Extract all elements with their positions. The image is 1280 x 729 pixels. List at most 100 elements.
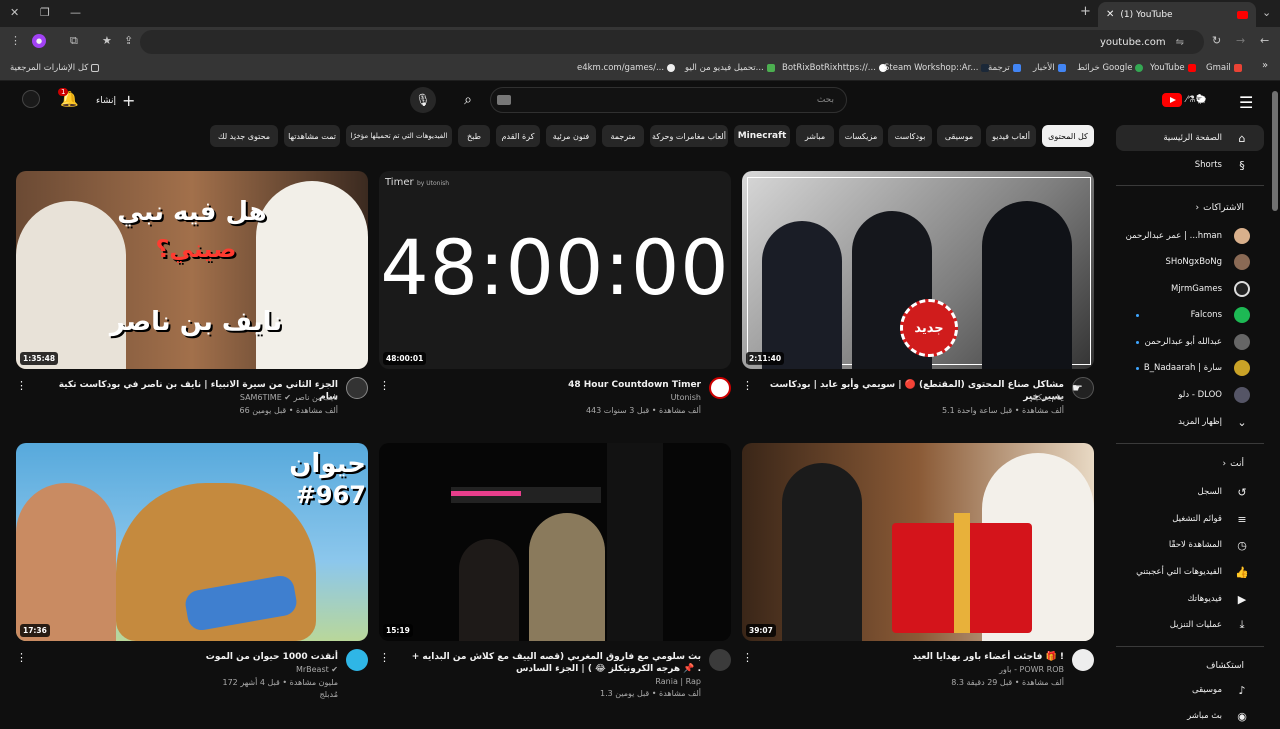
- chip[interactable]: الفيديوهات التي تم تحميلها مؤخرًا: [346, 125, 452, 147]
- reload-icon[interactable]: ↻: [1212, 34, 1221, 47]
- channel-name[interactable]: Utonish: [401, 393, 701, 402]
- sidebar-item-liked[interactable]: الفيديوهات التي أعجبتني 👍: [1116, 559, 1264, 585]
- channel-avatar[interactable]: [709, 377, 731, 399]
- bookmark-item[interactable]: e4km.com/games/...: [577, 63, 676, 73]
- browser-menu-icon[interactable]: ⋮: [10, 34, 21, 47]
- sidebar-item-home[interactable]: الصفحة الرئيسية ⌂: [1116, 125, 1264, 151]
- chip[interactable]: موسيقى: [937, 125, 981, 147]
- sidebar-item-history[interactable]: السجل ↺: [1116, 479, 1264, 505]
- chip[interactable]: تمت مشاهدتها: [284, 125, 340, 147]
- youtube-logo[interactable]: ⁄⚗🐑: [1162, 93, 1207, 107]
- more-options-icon[interactable]: ⋮: [379, 379, 390, 392]
- maximize-window-icon[interactable]: ❐: [40, 6, 50, 19]
- channel-name[interactable]: جام سكيم: [764, 393, 1064, 402]
- account-avatar[interactable]: [22, 90, 40, 108]
- more-bookmarks-icon[interactable]: »: [1262, 60, 1268, 71]
- share-icon[interactable]: ⇪: [124, 34, 133, 47]
- chip[interactable]: Minecraft: [734, 125, 790, 147]
- browser-tab[interactable]: ✕ (1) YouTube: [1098, 2, 1256, 27]
- minimize-window-icon[interactable]: —: [70, 6, 81, 19]
- search-input[interactable]: بحث: [490, 87, 847, 113]
- bookmark-item[interactable]: Steam Workshop::Ar...: [884, 63, 990, 73]
- channel-name[interactable]: MrBeast ✔: [38, 665, 338, 674]
- more-options-icon[interactable]: ⋮: [379, 651, 390, 664]
- new-tab-icon[interactable]: +: [1080, 4, 1091, 19]
- chip[interactable]: ألعاب فيديو: [986, 125, 1036, 147]
- tab-search-icon[interactable]: ⌄: [1262, 6, 1271, 19]
- close-tab-icon[interactable]: ✕: [1106, 9, 1114, 20]
- subscription-item[interactable]: SHoNgxBoNg: [1116, 249, 1264, 275]
- sidebar-item-live[interactable]: بث مباشر ◉: [1116, 703, 1264, 729]
- bookmark-item[interactable]: الأخبار: [1033, 63, 1066, 73]
- keyboard-icon[interactable]: [497, 95, 511, 105]
- notifications-button[interactable]: 1 🔔: [58, 88, 79, 108]
- video-title[interactable]: فاجئت أعضاء باور بهدايا العيد 🎁 !: [764, 651, 1064, 663]
- subscription-item[interactable]: دلو - DLOO: [1116, 382, 1264, 408]
- you-header[interactable]: أنت ›: [1116, 459, 1264, 469]
- guide-menu-icon[interactable]: ☰: [1239, 93, 1253, 112]
- channel-avatar[interactable]: [346, 377, 368, 399]
- sidebar-item-your-videos[interactable]: فيديوهاتك ▶: [1116, 586, 1264, 612]
- bookmark-item[interactable]: ترجمة: [988, 63, 1021, 73]
- channel-avatar[interactable]: [709, 649, 731, 671]
- page-scrollbar[interactable]: [1270, 81, 1280, 720]
- sidebar-item-shorts[interactable]: Shorts §: [1116, 152, 1264, 178]
- bookmark-item[interactable]: تحميل فيديو من اليو...: [685, 63, 775, 73]
- video-title[interactable]: بث سلومي مع فاروق المغربي (قصه الييف مع …: [401, 651, 701, 675]
- chip[interactable]: ألعاب مغامرات وحركة: [650, 125, 728, 147]
- video-thumbnail[interactable]: 15:19: [379, 443, 731, 641]
- subscription-item[interactable]: Falcons: [1116, 302, 1264, 328]
- video-thumbnail[interactable]: هل فيه نبي صيني؟ نايف بن ناصر 1:35:48: [16, 171, 368, 369]
- video-thumbnail[interactable]: Timer by Utonish 48:00:00 48:00:01: [379, 171, 731, 369]
- video-title[interactable]: أنقذت 1000 حيوان من الموت: [38, 651, 338, 663]
- subscription-item[interactable]: عبدالله أبو عبدالرحمن: [1116, 329, 1264, 355]
- channel-name[interactable]: Rania | Rap: [401, 677, 701, 686]
- forward-icon[interactable]: →: [1236, 34, 1245, 47]
- profile-avatar[interactable]: ●: [32, 34, 46, 48]
- video-thumbnail[interactable]: جديد 2:11:40: [742, 171, 1094, 369]
- subscription-item[interactable]: عمر عبدالرحمن | ...hman: [1116, 223, 1264, 249]
- more-options-icon[interactable]: ⋮: [16, 379, 27, 392]
- chip[interactable]: بودكاست: [888, 125, 932, 147]
- sidebar-item-downloads[interactable]: عمليات التنزيل ⤓: [1116, 612, 1264, 638]
- chip[interactable]: محتوى جديد لك: [210, 125, 278, 147]
- all-bookmarks-folder[interactable]: كل الإشارات المرجعية: [10, 63, 100, 73]
- bookmark-item[interactable]: Gmail: [1206, 63, 1242, 73]
- voice-search-button[interactable]: 🎙: [410, 87, 436, 113]
- video-title[interactable]: 48 Hour Countdown Timer: [401, 379, 701, 391]
- bookmark-star-icon[interactable]: ★: [102, 34, 112, 47]
- subscription-item[interactable]: MjrmGames: [1116, 276, 1264, 302]
- chip[interactable]: طبخ: [458, 125, 490, 147]
- channel-name[interactable]: SAM6TIME ✔ نايف بن ناصر: [38, 393, 338, 402]
- bookmark-item[interactable]: خرائط Google: [1077, 63, 1144, 73]
- sidebar-item-music[interactable]: موسيقى ♪: [1116, 677, 1264, 703]
- channel-avatar[interactable]: [346, 649, 368, 671]
- bookmark-item[interactable]: YouTube: [1150, 63, 1196, 73]
- subscription-item[interactable]: B_Nadaarah | سارة: [1116, 355, 1264, 381]
- chip[interactable]: كرة القدم: [496, 125, 540, 147]
- scrollbar-thumb[interactable]: [1272, 91, 1278, 211]
- close-window-icon[interactable]: ✕: [10, 6, 19, 19]
- channel-name[interactable]: باور - POWR ROB: [764, 665, 1064, 674]
- extensions-icon[interactable]: ⧉: [70, 34, 78, 48]
- chip[interactable]: فنون مرئية: [546, 125, 596, 147]
- more-options-icon[interactable]: ⋮: [16, 651, 27, 664]
- sidebar-item-watch-later[interactable]: المشاهدة لاحقًا ◷: [1116, 532, 1264, 558]
- chip[interactable]: مباشر: [796, 125, 834, 147]
- address-bar[interactable]: youtube.com ⇋: [140, 30, 1204, 54]
- channel-avatar[interactable]: [1072, 649, 1094, 671]
- more-options-icon[interactable]: ⋮: [742, 379, 753, 392]
- chip[interactable]: مترجمة: [602, 125, 644, 147]
- site-settings-icon[interactable]: ⇋: [1176, 37, 1184, 48]
- show-more-button[interactable]: إظهار المزيد ⌄: [1116, 409, 1264, 435]
- subscriptions-header[interactable]: الاشتراكات ›: [1116, 203, 1264, 213]
- chip[interactable]: مزيكسات: [839, 125, 883, 147]
- video-thumbnail[interactable]: حيوان #967 17:36: [16, 443, 368, 641]
- back-icon[interactable]: ←: [1260, 34, 1269, 47]
- bookmark-item[interactable]: BotRixBotRixhttps://...: [782, 63, 887, 73]
- video-thumbnail[interactable]: 39:07: [742, 443, 1094, 641]
- sidebar-item-playlists[interactable]: قوائم التشغيل ≡: [1116, 506, 1264, 532]
- chip-all[interactable]: كل المحتوى: [1042, 125, 1094, 147]
- more-options-icon[interactable]: ⋮: [742, 651, 753, 664]
- search-button[interactable]: ⌕: [450, 88, 486, 112]
